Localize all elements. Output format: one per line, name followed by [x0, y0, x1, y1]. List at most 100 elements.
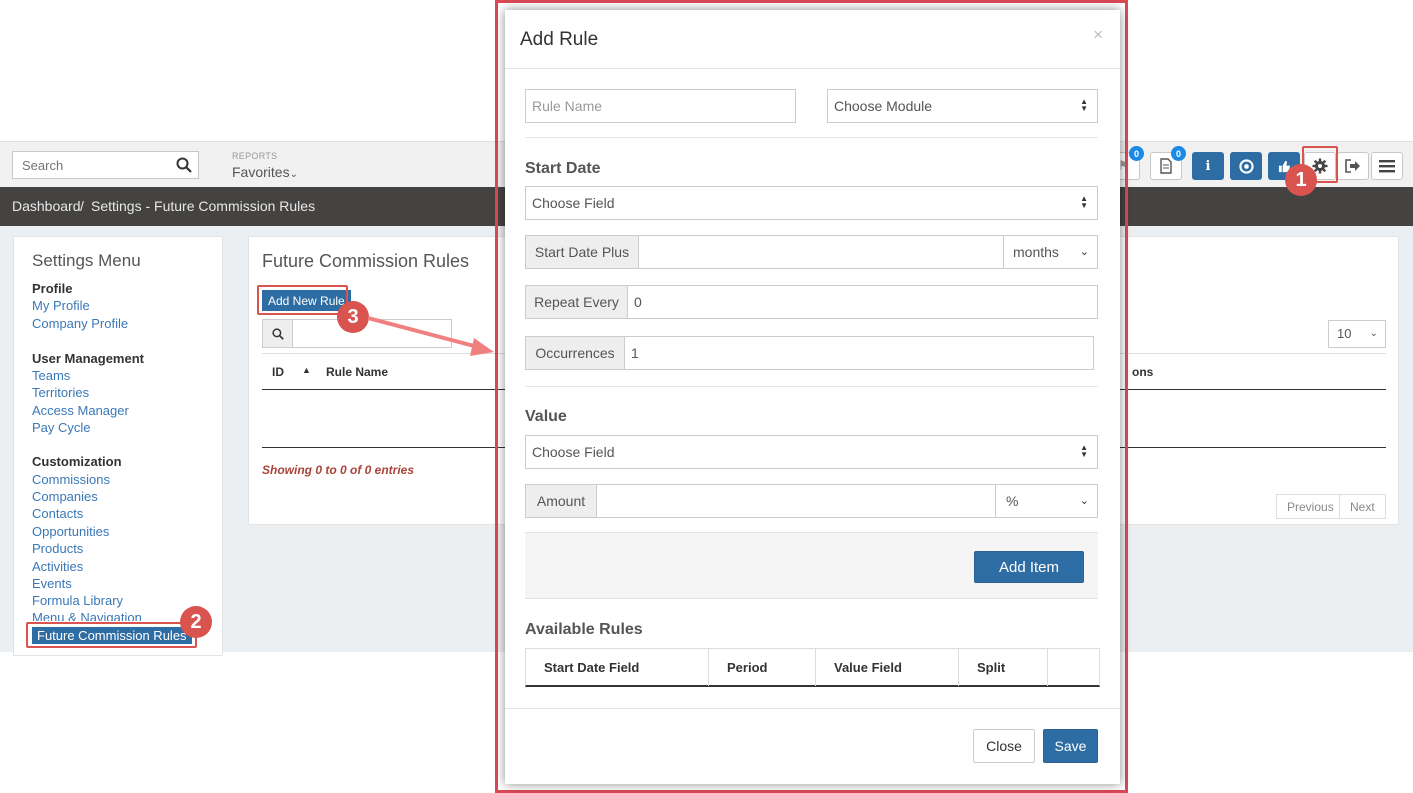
page-length-value: 10 — [1337, 326, 1352, 341]
column-header-rule-name[interactable]: Rule Name — [326, 365, 388, 379]
search-input[interactable] — [13, 152, 163, 178]
column-header-split: Split — [959, 649, 1048, 686]
add-rule-modal: Add Rule × Rule Name Choose Module ▲ ▼ St… — [505, 10, 1120, 784]
notification-count-badge: 0 — [1129, 146, 1144, 161]
available-rules-heading: Available Rules — [525, 621, 643, 638]
chevron-down-icon: ⌄ — [1369, 328, 1378, 339]
select-arrows-icon: ▲ ▼ — [1080, 443, 1088, 459]
occurrences-label: Occurrences — [525, 336, 625, 370]
repeat-every-label: Repeat Every — [525, 285, 628, 319]
document-count-badge: 0 — [1171, 146, 1186, 161]
menu-item-pay-cycle[interactable]: Pay Cycle — [32, 420, 91, 435]
menu-item-opportunities[interactable]: Opportunities — [32, 524, 109, 539]
documents-button[interactable]: 0 — [1150, 146, 1186, 180]
select-arrows-icon: ▲ ▼ — [1080, 97, 1088, 113]
settings-menu-title: Settings Menu — [32, 251, 141, 270]
info-button[interactable]: i — [1192, 152, 1224, 180]
annotation-highlight-add-button — [257, 285, 348, 315]
start-date-heading: Start Date — [525, 160, 601, 177]
next-page-button[interactable]: Next — [1339, 494, 1386, 519]
annotation-highlight-menu-item — [26, 622, 197, 648]
favorites-menu[interactable]: Favorites⌄ — [232, 164, 298, 180]
annotation-number-2: 2 — [180, 606, 212, 638]
add-item-button[interactable]: Add Item — [974, 551, 1084, 583]
close-button[interactable]: Close — [973, 729, 1035, 763]
menu-item-activities[interactable]: Activities — [32, 559, 83, 574]
menu-item-companies[interactable]: Companies — [32, 489, 98, 504]
column-header-actions[interactable]: ons — [1132, 365, 1153, 379]
breadcrumb-separator: / — [80, 198, 84, 214]
save-button[interactable]: Save — [1043, 729, 1098, 763]
menu-item-menu-navigation[interactable]: Menu & Navigation — [32, 610, 142, 621]
info-icon: i — [1205, 158, 1211, 174]
available-rules-table-header: Start Date Field Period Value Field Spli… — [525, 648, 1100, 687]
amount-unit-select[interactable]: % ⌄ — [995, 484, 1098, 518]
menu-heading-profile: Profile — [32, 281, 73, 296]
column-header-id[interactable]: ID — [272, 365, 284, 379]
modal-header-divider — [505, 68, 1120, 69]
divider — [525, 137, 1098, 138]
menu-item-contacts[interactable]: Contacts — [32, 506, 83, 521]
menu-heading-customization: Customization — [32, 454, 122, 469]
chevron-down-icon: ⌄ — [289, 169, 298, 180]
menu-item-my-profile[interactable]: My Profile — [32, 298, 90, 313]
menu-item-territories[interactable]: Territories — [32, 385, 89, 400]
select-arrows-icon: ▲ ▼ — [1080, 194, 1088, 210]
lifebuoy-icon — [1238, 158, 1254, 174]
annotation-number-3: 3 — [337, 301, 369, 333]
help-button[interactable] — [1230, 152, 1262, 180]
favorites-label: Favorites — [232, 164, 290, 180]
amount-input[interactable] — [596, 484, 996, 518]
annotation-number-1: 1 — [1285, 164, 1317, 196]
menu-item-formula-library[interactable]: Formula Library — [32, 593, 123, 608]
start-date-field-value: Choose Field — [532, 195, 615, 211]
period-unit-select[interactable]: months ⌄ — [1003, 235, 1098, 269]
start-date-field-select[interactable]: Choose Field ▲ ▼ — [525, 186, 1098, 220]
menu-item-access-manager[interactable]: Access Manager — [32, 403, 129, 418]
document-icon — [1160, 158, 1172, 174]
menu-heading-user-management: User Management — [32, 351, 144, 366]
start-date-plus-label: Start Date Plus — [525, 235, 639, 269]
rule-name-input[interactable]: Rule Name — [525, 89, 796, 123]
previous-page-button[interactable]: Previous — [1276, 494, 1345, 519]
chevron-down-icon: ⌄ — [1079, 246, 1089, 258]
menu-item-company-profile[interactable]: Company Profile — [32, 316, 128, 331]
repeat-every-input[interactable]: 0 — [627, 285, 1098, 319]
sort-ascending-icon: ▲ — [302, 365, 311, 375]
value-field-select[interactable]: Choose Field ▲ ▼ — [525, 435, 1098, 469]
period-unit-value: months — [1013, 244, 1059, 260]
menu-item-commissions[interactable]: Commissions — [32, 472, 110, 487]
divider — [525, 386, 1098, 387]
table-info: Showing 0 to 0 of 0 entries — [262, 463, 415, 477]
amount-label: Amount — [525, 484, 597, 518]
column-header-period: Period — [709, 649, 816, 686]
start-date-plus-input[interactable] — [638, 235, 1004, 269]
menu-item-teams[interactable]: Teams — [32, 368, 70, 383]
add-item-well: Add Item — [525, 532, 1098, 599]
search-icon[interactable] — [176, 157, 192, 173]
amount-unit-value: % — [1006, 493, 1019, 509]
occurrences-input[interactable]: 1 — [624, 336, 1094, 370]
modal-footer-divider — [505, 708, 1120, 709]
breadcrumb-current: Settings - Future Commission Rules — [91, 198, 316, 214]
module-select-value: Choose Module — [834, 98, 933, 114]
reports-label: REPORTS — [232, 151, 278, 161]
menu-item-products[interactable]: Products — [32, 541, 83, 556]
close-icon[interactable]: × — [1093, 25, 1103, 45]
column-header-value-field: Value Field — [816, 649, 959, 686]
settings-menu-panel: Settings Menu Profile My Profile Company… — [13, 236, 223, 656]
hamburger-icon — [1379, 160, 1395, 173]
menu-item-events[interactable]: Events — [32, 576, 72, 591]
breadcrumb-dashboard-link[interactable]: Dashboard — [12, 198, 81, 214]
search-icon — [263, 320, 293, 347]
sign-out-icon — [1345, 159, 1360, 173]
module-select[interactable]: Choose Module ▲ ▼ — [827, 89, 1098, 123]
chevron-down-icon: ⌄ — [1079, 495, 1089, 507]
column-header-start-date-field: Start Date Field — [526, 649, 709, 686]
modal-title: Add Rule — [520, 29, 599, 50]
logout-button[interactable] — [1337, 152, 1369, 180]
main-menu-button[interactable] — [1371, 152, 1403, 180]
page-length-select[interactable]: 10 ⌄ — [1328, 320, 1386, 348]
global-search[interactable] — [12, 151, 199, 179]
page-title: Future Commission Rules — [262, 251, 470, 271]
